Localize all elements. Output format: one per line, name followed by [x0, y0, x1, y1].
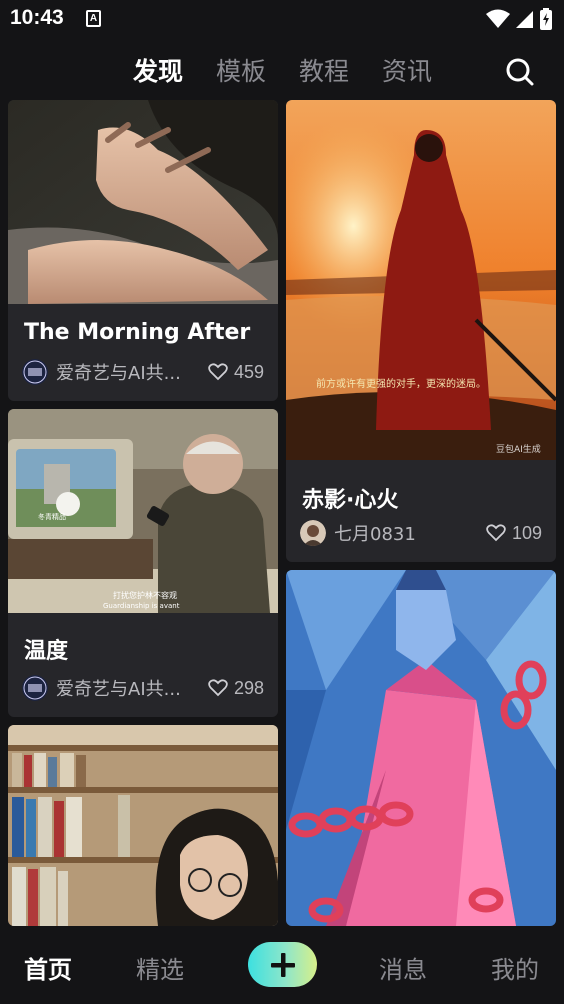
wifi-icon — [486, 9, 510, 28]
tab-tutorials[interactable]: 教程 — [299, 52, 349, 88]
notification-a-icon: A — [86, 10, 101, 27]
card-meta: 爱奇艺与AI共... 298 — [22, 673, 264, 703]
heart-icon — [208, 679, 228, 697]
tv-screen-text: 冬青精品 — [38, 512, 66, 521]
card-image-library-girl — [8, 725, 278, 926]
status-bar: 10:43 A — [0, 0, 564, 38]
card-title: The Morning After — [24, 320, 251, 345]
signal-icon — [516, 11, 533, 28]
tab-templates[interactable]: 模板 — [216, 52, 266, 88]
card-meta: 爱奇艺与AI共... 459 — [22, 357, 264, 387]
avatar — [22, 359, 48, 385]
nav-home[interactable]: 首页 — [24, 950, 72, 985]
card-image-old-man-tv: 冬青精品 打扰您护林不容观 Guardianship is avant — [8, 409, 278, 613]
like-count: 459 — [233, 361, 264, 382]
card-title: 赤影·心火 — [302, 488, 399, 513]
bottom-nav: 首页 精选 消息 我的 — [0, 926, 564, 1004]
card-image-lowpoly-chain-figure — [286, 570, 556, 926]
create-button[interactable] — [248, 942, 317, 987]
nav-featured[interactable]: 精选 — [136, 950, 184, 985]
like-count: 298 — [233, 677, 264, 698]
top-tabs: 发现 模板 教程 资讯 — [0, 48, 564, 92]
feed-card[interactable] — [8, 725, 278, 926]
nav-me[interactable]: 我的 — [491, 950, 539, 985]
tab-news[interactable]: 资讯 — [382, 52, 432, 88]
avatar — [300, 520, 326, 546]
heart-icon — [208, 363, 228, 381]
feed-card[interactable] — [286, 570, 556, 926]
subtitle-cn: 打扰您护林不容观 — [113, 590, 177, 600]
plus-icon — [270, 952, 295, 977]
avatar — [22, 675, 48, 701]
subtitle-en: Guardianship is avant — [103, 602, 180, 610]
nav-messages[interactable]: 消息 — [379, 950, 427, 985]
image-caption: 前方或许有更强的对手，更深的迷局。 — [316, 377, 486, 390]
author-name[interactable]: 爱奇艺与AI共... — [56, 675, 202, 701]
like-button[interactable]: 459 — [208, 362, 264, 383]
feed-card[interactable]: 前方或许有更强的对手，更深的迷局。 豆包AI生成 赤影·心火 七月0831 10… — [286, 100, 556, 562]
tab-discover[interactable]: 发现 — [133, 52, 183, 88]
card-meta: 七月0831 109 — [300, 518, 542, 548]
like-button[interactable]: 298 — [208, 678, 264, 699]
heart-icon — [486, 524, 506, 542]
feed-card[interactable]: 冬青精品 打扰您护林不容观 Guardianship is avant 温度 爱… — [8, 409, 278, 717]
image-watermark: 豆包AI生成 — [496, 443, 541, 455]
card-image-warrior-sunset: 前方或许有更强的对手，更深的迷局。 豆包AI生成 — [286, 100, 556, 460]
like-button[interactable]: 109 — [486, 523, 542, 544]
battery-icon — [540, 8, 552, 30]
status-time: 10:43 — [10, 6, 64, 29]
search-icon — [506, 58, 534, 86]
like-count: 109 — [511, 522, 542, 543]
status-icons — [486, 8, 552, 30]
author-name[interactable]: 爱奇艺与AI共... — [56, 359, 202, 385]
search-button[interactable] — [504, 56, 536, 88]
author-name[interactable]: 七月0831 — [334, 520, 480, 546]
card-image-hands — [8, 100, 278, 304]
feed-card[interactable]: The Morning After 爱奇艺与AI共... 459 — [8, 100, 278, 401]
card-title: 温度 — [24, 639, 69, 664]
